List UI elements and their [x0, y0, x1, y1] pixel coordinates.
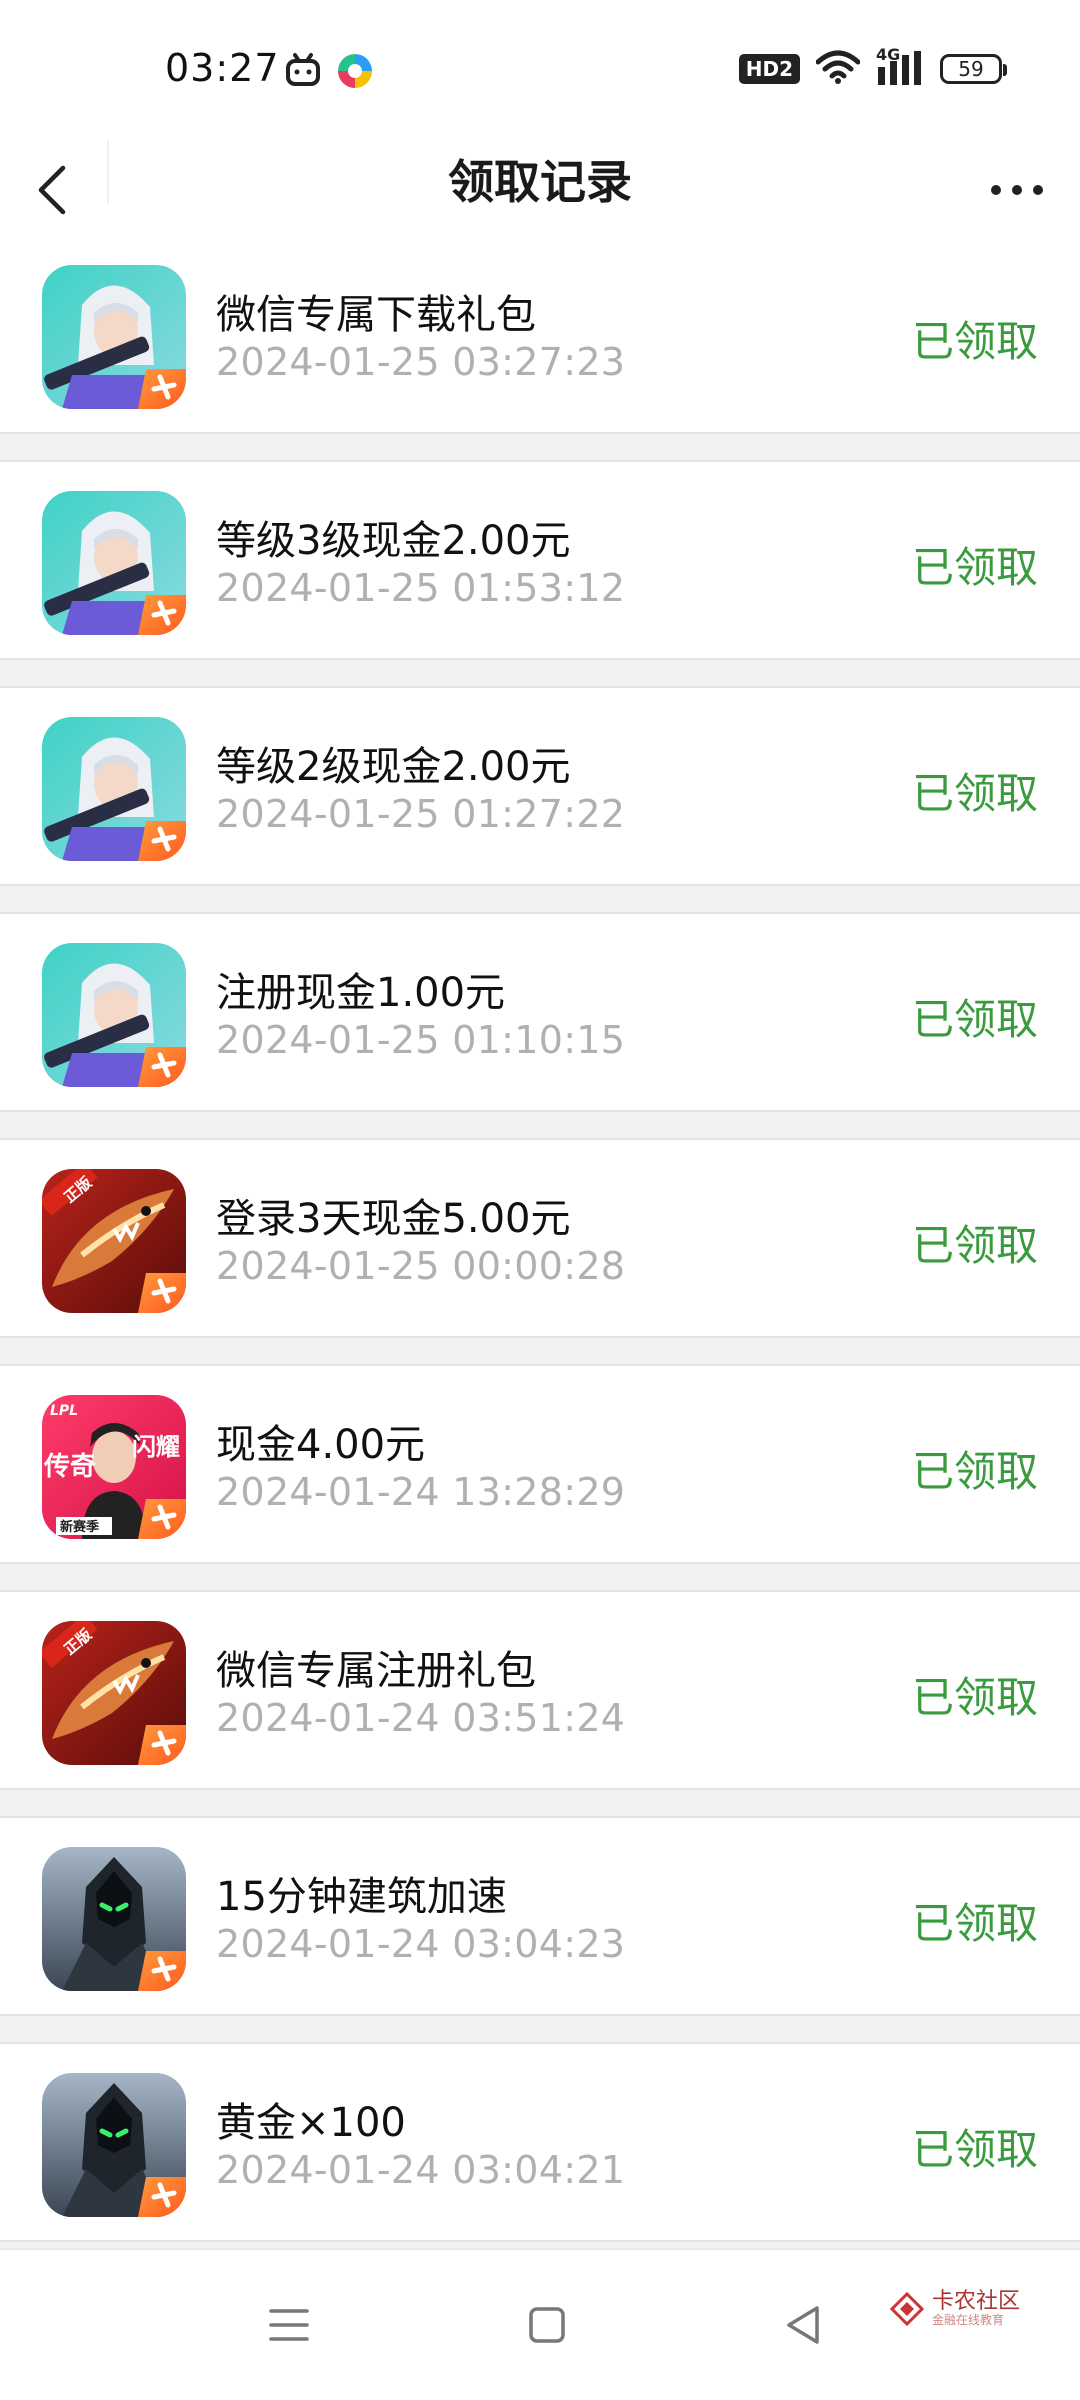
game-icon-dark-knight	[42, 1847, 186, 1991]
battery-indicator: 59	[940, 54, 1007, 84]
record-title: 微信专属注册礼包	[216, 1648, 536, 1694]
page-title: 领取记录	[448, 155, 632, 209]
record-list: 微信专属下载礼包 2024-01-25 03:27:23 已领取 等级3级现金2…	[0, 236, 1080, 2268]
list-item[interactable]: 15分钟建筑加速 2024-01-24 03:04:23 已领取	[0, 1816, 1080, 2016]
status-bar: 03:27 HD2 4G 59	[0, 0, 1080, 140]
lpl-left-text: 传奇	[43, 1452, 96, 1482]
battery-level: 59	[958, 57, 984, 81]
list-item[interactable]: 正版 登录3天现金5.00元 2024-01-25 00:00:28 已领取	[0, 1138, 1080, 1338]
more-button[interactable]	[982, 158, 1052, 222]
record-title: 现金4.00元	[216, 1422, 426, 1468]
status-indicators: HD2 4G 59	[738, 45, 1007, 88]
list-item[interactable]: 微信专属下载礼包 2024-01-25 03:27:23 已领取	[0, 236, 1080, 434]
hd-badge: HD2	[738, 54, 800, 84]
record-status: 已领取	[911, 543, 1038, 592]
status-time: 03:27	[165, 46, 280, 90]
record-time: 2024-01-25 01:10:15	[216, 1018, 626, 1062]
watermark-main-text: 卡农社区	[931, 2289, 1020, 2314]
cellular-signal-icon: 4G	[876, 45, 924, 87]
record-title: 等级3级现金2.00元	[216, 518, 571, 564]
lpl-badge-text: LPL	[50, 1403, 78, 1419]
list-item[interactable]: 正版 微信专属注册礼包 2024-01-24 03:51:24 已领取	[0, 1590, 1080, 1790]
chevron-left-icon	[38, 165, 66, 215]
record-status: 已领取	[911, 317, 1038, 366]
record-time: 2024-01-24 03:51:24	[216, 1696, 626, 1740]
game-icon-hooded-girl	[42, 943, 186, 1087]
watermark: 卡农社区 金融在线教育	[889, 2289, 1020, 2328]
game-icon-dark-knight	[42, 2073, 186, 2217]
more-dots-icon	[991, 185, 1043, 195]
menu-button[interactable]	[252, 2288, 326, 2362]
record-time: 2024-01-24 03:04:21	[216, 2148, 626, 2192]
game-icon-hooded-girl	[42, 491, 186, 635]
list-item[interactable]: LPL 传奇 闪耀 新赛季 现金4.00元 2024-01-24 13:28:2…	[0, 1364, 1080, 1564]
record-status: 已领取	[911, 1221, 1038, 1270]
record-status: 已领取	[911, 769, 1038, 818]
record-title: 15分钟建筑加速	[216, 1874, 507, 1920]
record-title: 微信专属下载礼包	[216, 292, 536, 338]
header-divider	[107, 140, 109, 204]
record-time: 2024-01-25 00:00:28	[216, 1244, 626, 1288]
bilibili-icon	[285, 52, 321, 88]
record-title: 注册现金1.00元	[216, 970, 506, 1016]
record-status: 已领取	[911, 1447, 1038, 1496]
record-time: 2024-01-25 03:27:23	[216, 340, 626, 384]
record-status: 已领取	[911, 1673, 1038, 1722]
wifi-icon	[815, 50, 861, 88]
list-item[interactable]: 等级2级现金2.00元 2024-01-25 01:27:22 已领取	[0, 686, 1080, 886]
game-icon-hooded-girl	[42, 265, 186, 409]
hamburger-menu-icon	[269, 2309, 309, 2341]
record-title: 黄金×100	[216, 2100, 406, 2146]
back-nav-button[interactable]	[766, 2288, 840, 2362]
game-icon-shark-plane: 正版	[42, 1621, 186, 1765]
record-title: 等级2级现金2.00元	[216, 744, 571, 790]
lpl-right-text: 闪耀	[132, 1433, 180, 1461]
header-bar: 领取记录	[0, 140, 1080, 236]
record-time: 2024-01-25 01:27:22	[216, 792, 626, 836]
back-button[interactable]	[20, 158, 84, 222]
home-button[interactable]	[510, 2288, 584, 2362]
game-icon-hooded-girl	[42, 717, 186, 861]
game-icon-shark-plane: 正版	[42, 1169, 186, 1313]
record-status: 已领取	[911, 2125, 1038, 2174]
game-icon-lpl-player: LPL 传奇 闪耀 新赛季	[42, 1395, 186, 1539]
record-time: 2024-01-24 03:04:23	[216, 1922, 626, 1966]
record-status: 已领取	[911, 995, 1038, 1044]
watermark-logo-icon	[889, 2291, 924, 2326]
list-item[interactable]: 黄金×100 2024-01-24 03:04:21 已领取	[0, 2042, 1080, 2242]
record-title: 登录3天现金5.00元	[216, 1196, 571, 1242]
record-time: 2024-01-24 13:28:29	[216, 1470, 626, 1514]
list-item[interactable]: 注册现金1.00元 2024-01-25 01:10:15 已领取	[0, 912, 1080, 1112]
square-home-icon	[529, 2307, 565, 2343]
record-status: 已领取	[911, 1899, 1038, 1948]
lpl-bottom-text: 新赛季	[60, 1519, 99, 1535]
colorful-app-icon	[336, 52, 372, 88]
watermark-sub-text: 金融在线教育	[931, 2313, 1004, 2328]
triangle-back-icon	[787, 2306, 819, 2344]
record-time: 2024-01-25 01:53:12	[216, 566, 626, 610]
list-item[interactable]: 等级3级现金2.00元 2024-01-25 01:53:12 已领取	[0, 460, 1080, 660]
system-nav-bar: 卡农社区 金融在线教育	[0, 2248, 1080, 2400]
